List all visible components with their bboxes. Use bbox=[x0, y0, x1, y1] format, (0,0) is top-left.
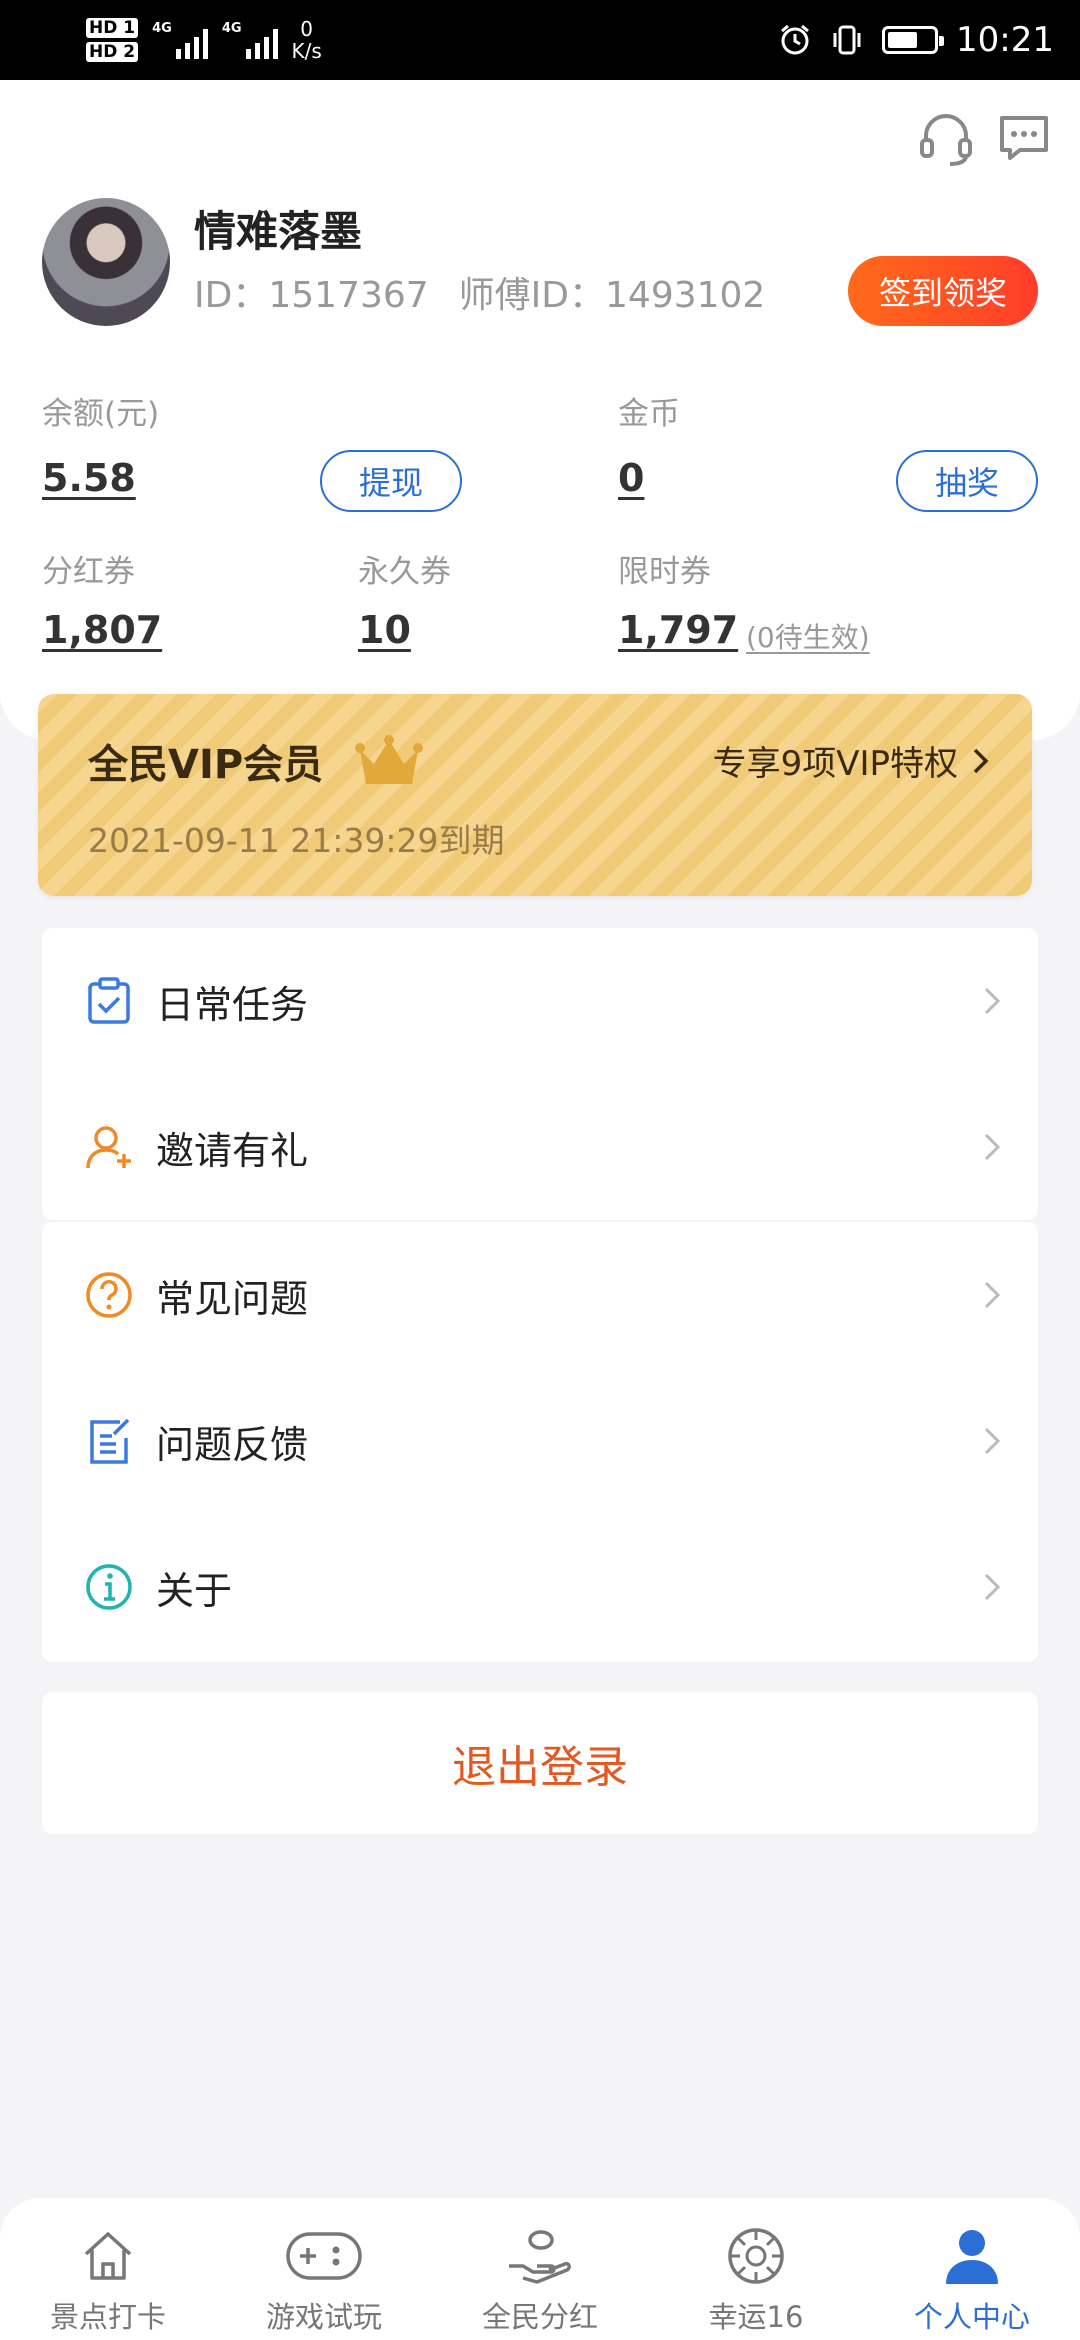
menu-group-tasks: 日常任务 邀请有礼 bbox=[42, 928, 1038, 1220]
permanent-value[interactable]: 10 bbox=[358, 608, 411, 652]
balance-value[interactable]: 5.58 bbox=[42, 456, 136, 500]
chevron-right-icon bbox=[984, 1281, 1001, 1309]
withdraw-button[interactable]: 提现 bbox=[320, 450, 462, 512]
hd2-badge: HD 2 bbox=[86, 42, 139, 62]
net1-label: 4G bbox=[152, 21, 172, 36]
tab-label: 游戏试玩 bbox=[265, 2300, 382, 2334]
battery-icon bbox=[882, 26, 945, 54]
menu-item-daily-tasks[interactable]: 日常任务 bbox=[42, 928, 1038, 1074]
dividend-value[interactable]: 1,807 bbox=[42, 608, 162, 652]
checkin-reward-button[interactable]: 签到领奖 bbox=[848, 256, 1038, 326]
menu-item-invite[interactable]: 邀请有礼 bbox=[42, 1074, 1038, 1220]
hand-coin-icon bbox=[509, 2230, 571, 2284]
net2-label: 4G bbox=[221, 21, 242, 36]
message-icon[interactable] bbox=[994, 108, 1054, 168]
vibrate-icon bbox=[833, 25, 861, 55]
menu-item-about[interactable]: 关于 bbox=[42, 1514, 1038, 1660]
user-add-icon bbox=[86, 1126, 131, 1169]
question-circle-icon bbox=[86, 1272, 132, 1318]
network-speed: 0 K/s bbox=[292, 18, 322, 62]
bottom-nav: 景点打卡 游戏试玩 全民分红 幸运16 个人中心 bbox=[0, 2198, 1080, 2340]
limited-value[interactable]: 1,797 bbox=[618, 608, 738, 652]
lucky-wheel-icon bbox=[728, 2228, 784, 2284]
pending-count[interactable]: (0待生效) bbox=[746, 616, 870, 656]
signal-1-icon: 4G bbox=[152, 21, 208, 59]
tab-label: 幸运16 bbox=[708, 2300, 804, 2334]
logout-button[interactable]: 退出登录 bbox=[42, 1692, 1038, 1834]
chevron-right-icon bbox=[984, 1427, 1001, 1455]
tab-lucky16[interactable]: 幸运16 bbox=[648, 2198, 864, 2340]
tab-scenic-checkin[interactable]: 景点打卡 bbox=[0, 2198, 216, 2340]
feedback-edit-icon bbox=[90, 1418, 130, 1464]
permanent-label: 永久券 bbox=[358, 554, 451, 590]
avatar[interactable] bbox=[42, 198, 170, 326]
vip-privileges-link[interactable]: 专享9项VIP特权 bbox=[713, 736, 990, 785]
limited-label: 限时券 bbox=[618, 554, 711, 590]
user-id: ID：1517367 bbox=[194, 275, 429, 316]
signal-2-icon: 4G bbox=[222, 21, 278, 59]
chevron-right-icon bbox=[984, 1573, 1001, 1601]
menu-item-feedback[interactable]: 问题反馈 bbox=[42, 1368, 1038, 1514]
battery-level bbox=[888, 32, 918, 48]
tab-label: 个人中心 bbox=[913, 2300, 1030, 2334]
menu-item-label: 常见问题 bbox=[156, 1276, 309, 1321]
chevron-right-icon bbox=[984, 1133, 1001, 1161]
chevron-right-icon bbox=[973, 748, 989, 773]
tab-dividend[interactable]: 全民分红 bbox=[432, 2198, 648, 2340]
tab-game-trial[interactable]: 游戏试玩 bbox=[216, 2198, 432, 2340]
coins-label: 金币 bbox=[618, 396, 680, 432]
home-icon bbox=[84, 2232, 132, 2280]
info-circle-icon bbox=[86, 1564, 132, 1610]
clipboard-check-icon bbox=[88, 977, 130, 1024]
vip-card[interactable]: 全民VIP会员 专享9项VIP特权 2021-09-11 21:39:29到期 bbox=[38, 694, 1032, 896]
gamepad-icon bbox=[286, 2232, 362, 2280]
nickname: 情难落墨 bbox=[194, 207, 363, 256]
tab-label: 景点打卡 bbox=[49, 2300, 166, 2334]
hd1-badge: HD 1 bbox=[86, 18, 139, 38]
tab-profile[interactable]: 个人中心 bbox=[864, 2198, 1080, 2340]
status-right: 10:21 bbox=[778, 10, 1054, 70]
vip-expiry: 2021-09-11 21:39:29到期 bbox=[88, 821, 505, 860]
speed-value: 0 bbox=[300, 17, 314, 41]
menu-item-label: 关于 bbox=[156, 1568, 233, 1613]
crown-icon bbox=[355, 735, 423, 784]
vip-privileges-label: 专享9项VIP特权 bbox=[712, 744, 958, 784]
balance-label: 余额(元) bbox=[42, 396, 160, 432]
menu-item-label: 日常任务 bbox=[156, 982, 309, 1027]
lottery-button[interactable]: 抽奖 bbox=[896, 450, 1038, 512]
clock: 10:21 bbox=[956, 20, 1054, 60]
speed-unit: K/s bbox=[291, 39, 322, 63]
menu-item-label: 问题反馈 bbox=[156, 1422, 309, 1467]
menu-item-faq[interactable]: 常见问题 bbox=[42, 1222, 1038, 1368]
vip-title: 全民VIP会员 bbox=[88, 742, 324, 788]
master-id: 师傅ID：1493102 bbox=[458, 275, 766, 316]
user-icon bbox=[946, 2230, 998, 2284]
alarm-icon bbox=[781, 24, 809, 55]
status-bar: HD 1 HD 2 4G 4G 0 K/s 10:21 bbox=[0, 0, 1080, 80]
tab-label: 全民分红 bbox=[481, 2300, 598, 2334]
status-left: HD 1 HD 2 4G 4G 0 K/s bbox=[86, 10, 322, 70]
dividend-label: 分红券 bbox=[42, 554, 135, 590]
hd-badges: HD 1 HD 2 bbox=[86, 18, 139, 62]
chevron-right-icon bbox=[984, 987, 1001, 1015]
menu-item-label: 邀请有礼 bbox=[156, 1128, 309, 1173]
headset-icon[interactable] bbox=[916, 108, 976, 168]
menu-group-help: 常见问题 问题反馈 关于 bbox=[42, 1222, 1038, 1662]
coins-value[interactable]: 0 bbox=[618, 456, 644, 500]
profile-header: 情难落墨 ID：1517367 师傅ID：1493102 签到领奖 余额(元) 5… bbox=[0, 80, 1080, 740]
user-ids: ID：1517367 师傅ID：1493102 bbox=[194, 266, 765, 318]
